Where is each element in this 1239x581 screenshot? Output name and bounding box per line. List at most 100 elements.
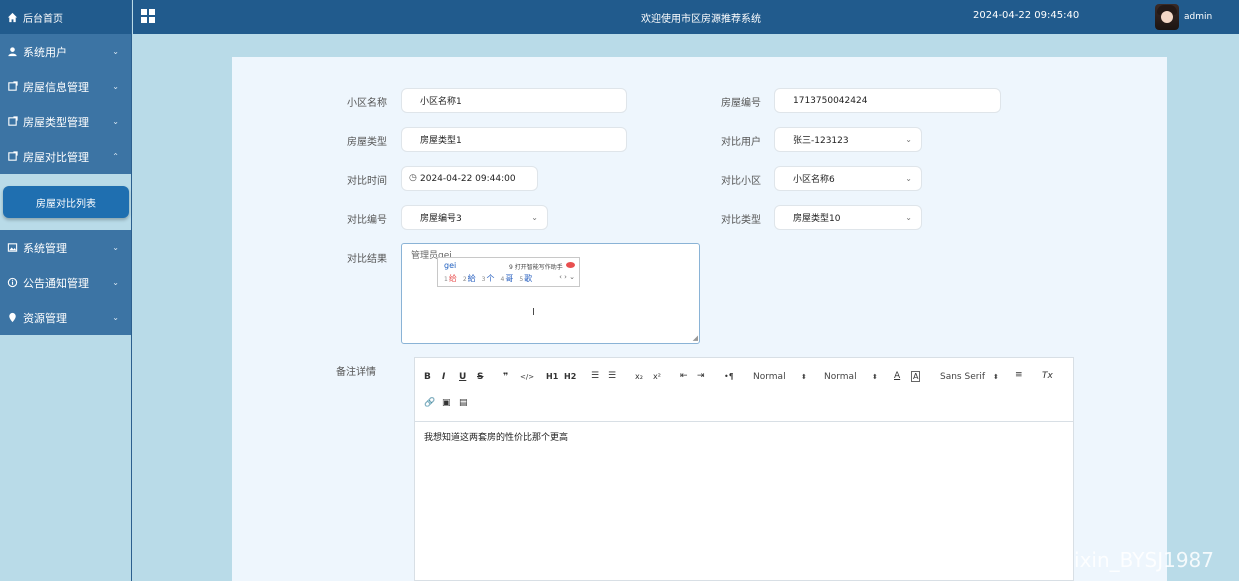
ime-candidate[interactable]: 5歌 bbox=[519, 273, 532, 284]
size-select[interactable]: Normal ⬍ bbox=[753, 372, 809, 382]
ime-input: gei bbox=[444, 261, 457, 270]
ordered-list-icon[interactable]: ☰ bbox=[591, 371, 599, 381]
link-icon[interactable]: 🔗 bbox=[424, 398, 435, 408]
user-icon bbox=[6, 46, 18, 58]
sidebar-item-label: 系统管理 bbox=[23, 241, 67, 255]
subscript-button[interactable]: x₂ bbox=[635, 372, 643, 381]
clear-format-button[interactable]: Tx bbox=[1042, 371, 1053, 381]
compare-no-select[interactable]: 房屋编号3 ⌄ bbox=[401, 205, 548, 230]
sidebar-item-label: 系统用户 bbox=[23, 45, 67, 59]
resize-handle-icon[interactable]: ◢ bbox=[693, 334, 698, 342]
blockquote-button[interactable]: ❞ bbox=[503, 372, 508, 382]
doc-icon bbox=[6, 116, 18, 128]
sidebar-item-house-info[interactable]: 房屋信息管理 ⌄ bbox=[0, 69, 131, 104]
sidebar-item-label: 后台首页 bbox=[23, 13, 63, 25]
sidebar-item-label: 房屋类型管理 bbox=[23, 115, 89, 129]
image-icon bbox=[6, 242, 18, 254]
updown-icon: ⬍ bbox=[993, 373, 999, 381]
watermark: CSDN @weixin_BYSJ1987 bbox=[962, 548, 1215, 572]
compare-result-label: 对比结果 bbox=[347, 254, 387, 265]
align-icon[interactable]: ≡ bbox=[1015, 370, 1023, 380]
direction-button[interactable]: •¶ bbox=[724, 372, 734, 381]
updown-icon: ⬍ bbox=[801, 373, 807, 381]
ime-candidate[interactable]: 1给 bbox=[444, 273, 457, 284]
superscript-button[interactable]: x² bbox=[653, 372, 661, 381]
doc-icon bbox=[6, 151, 18, 163]
video-icon[interactable]: ▤ bbox=[459, 398, 468, 408]
house-type-field[interactable]: 房屋类型1 bbox=[401, 127, 627, 152]
compare-type-select[interactable]: 房屋类型10 ⌄ bbox=[774, 205, 922, 230]
bullet-list-icon[interactable]: ☰ bbox=[608, 371, 616, 381]
indent-icon[interactable]: ⇥ bbox=[697, 371, 705, 381]
underline-button[interactable]: U bbox=[459, 372, 466, 382]
ime-candidates: 1给 2給 3个 4哥 5歌 bbox=[444, 273, 532, 284]
sidebar-item-label: 公告通知管理 bbox=[23, 276, 89, 290]
chevron-down-icon: ⌄ bbox=[112, 47, 119, 56]
ime-page-nav[interactable]: ‹ › ⌄ bbox=[559, 273, 575, 281]
chevron-up-icon: ⌃ bbox=[112, 152, 119, 161]
avatar[interactable] bbox=[1155, 4, 1179, 30]
chevron-down-icon: ⌄ bbox=[531, 213, 538, 222]
chevron-down-icon: ⌄ bbox=[905, 135, 912, 144]
chevron-down-icon: ⌄ bbox=[112, 313, 119, 322]
bold-button[interactable]: B bbox=[424, 372, 431, 382]
house-no-label: 房屋编号 bbox=[721, 98, 761, 109]
remark-label: 备注详情 bbox=[336, 367, 376, 378]
community-name-label: 小区名称 bbox=[347, 98, 387, 109]
code-button[interactable]: </> bbox=[520, 373, 534, 381]
compare-time-picker[interactable]: ◷ 2024-04-22 09:44:00 bbox=[401, 166, 538, 191]
chevron-down-icon: ⌄ bbox=[905, 174, 912, 183]
page-title: 欢迎使用市区房源推荐系统 bbox=[641, 14, 761, 25]
sidebar-item-compare-list[interactable]: 房屋对比列表 bbox=[3, 186, 129, 218]
chevron-down-icon: ⌄ bbox=[112, 82, 119, 91]
sidebar-item-house-type[interactable]: 房屋类型管理 ⌄ bbox=[0, 104, 131, 139]
sidebar-item-notice[interactable]: 公告通知管理 ⌄ bbox=[0, 265, 131, 300]
clock-icon: ◷ bbox=[409, 173, 417, 183]
font-select[interactable]: Sans Serif ⬍ bbox=[940, 372, 1002, 382]
compare-user-select[interactable]: 张三-123123 ⌄ bbox=[774, 127, 922, 152]
ime-assist-link[interactable]: 9 打开智能写作助手 bbox=[509, 262, 563, 271]
sidebar-item-label: 房屋信息管理 bbox=[23, 80, 89, 94]
updown-icon: ⬍ bbox=[872, 373, 878, 381]
header-select[interactable]: Normal ⬍ bbox=[824, 372, 880, 382]
sidebar-item-house-compare[interactable]: 房屋对比管理 ⌃ bbox=[0, 139, 131, 174]
home-icon bbox=[6, 11, 18, 23]
strike-button[interactable]: S bbox=[477, 372, 483, 382]
compare-time-label: 对比时间 bbox=[347, 176, 387, 187]
ime-candidate-popup: gei 9 打开智能写作助手 1给 2給 3个 4哥 5歌 ‹ › ⌄ bbox=[437, 257, 580, 287]
outdent-icon[interactable]: ⇤ bbox=[680, 371, 688, 381]
top-bar: 欢迎使用市区房源推荐系统 2024-04-22 09:45:40 admin bbox=[133, 0, 1239, 34]
sidebar-item-resources[interactable]: 资源管理 ⌄ bbox=[0, 300, 131, 335]
house-no-field[interactable]: 1713750042424 bbox=[774, 88, 1001, 113]
chevron-down-icon: ⌄ bbox=[112, 243, 119, 252]
image-icon[interactable]: ▣ bbox=[442, 398, 451, 408]
sidebar-item-label: 资源管理 bbox=[23, 311, 67, 325]
editor-toolbar: B I U S ❞ </> H1 H2 ☰ ☰ x₂ x² ⇤ ⇥ •¶ Nor… bbox=[415, 358, 1073, 422]
username[interactable]: admin bbox=[1184, 12, 1212, 22]
text-cursor-icon: I bbox=[532, 307, 535, 318]
h1-button[interactable]: H1 bbox=[546, 372, 558, 381]
editor-content[interactable]: 我想知道这两套房的性价比那个更高 bbox=[415, 422, 1073, 451]
chevron-down-icon: ⌄ bbox=[905, 213, 912, 222]
header-datetime: 2024-04-22 09:45:40 bbox=[973, 10, 1080, 21]
font-color-button[interactable]: A bbox=[894, 371, 900, 381]
ime-assist-icon bbox=[566, 262, 575, 268]
ime-candidate[interactable]: 2給 bbox=[463, 273, 476, 284]
sidebar-item-label: 房屋对比管理 bbox=[23, 150, 89, 164]
compare-type-label: 对比类型 bbox=[721, 215, 761, 226]
h2-button[interactable]: H2 bbox=[564, 372, 576, 381]
italic-button[interactable]: I bbox=[442, 372, 445, 382]
sidebar-item-home[interactable]: 后台首页 bbox=[0, 0, 131, 34]
menu-grid-icon[interactable] bbox=[141, 9, 155, 23]
community-name-field[interactable]: 小区名称1 bbox=[401, 88, 627, 113]
sidebar-submenu: 房屋对比列表 bbox=[0, 174, 131, 230]
compare-no-label: 对比编号 bbox=[347, 215, 387, 226]
compare-community-select[interactable]: 小区名称6 ⌄ bbox=[774, 166, 922, 191]
sidebar-item-system-manage[interactable]: 系统管理 ⌄ bbox=[0, 230, 131, 265]
pin-icon bbox=[6, 312, 18, 324]
sidebar: 后台首页 系统用户 ⌄ 房屋信息管理 ⌄ 房屋类型管理 ⌄ 房屋对比管理 ⌃ 房… bbox=[0, 0, 132, 581]
ime-candidate[interactable]: 3个 bbox=[482, 273, 495, 284]
background-color-icon[interactable]: A bbox=[911, 371, 921, 382]
ime-candidate[interactable]: 4哥 bbox=[500, 273, 513, 284]
sidebar-item-system-users[interactable]: 系统用户 ⌄ bbox=[0, 34, 131, 69]
